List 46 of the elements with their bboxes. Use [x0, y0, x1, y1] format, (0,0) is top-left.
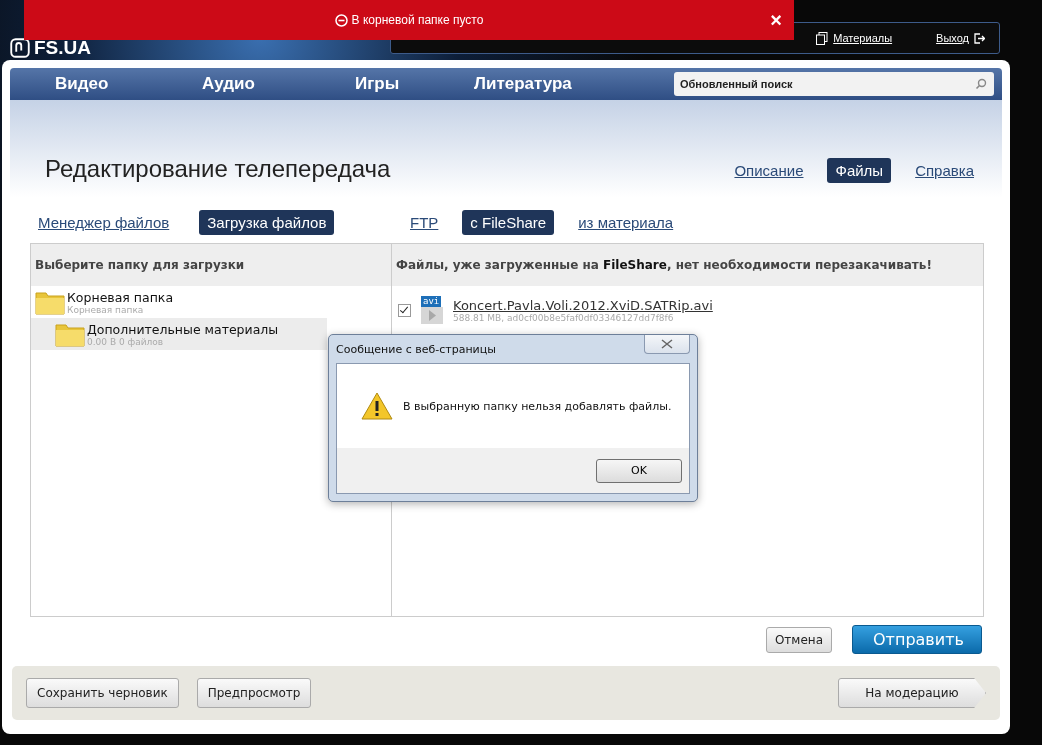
- mode-tab[interactable]: Загрузка файлов: [199, 209, 335, 235]
- mode-tab[interactable]: Менеджер файлов: [30, 209, 178, 235]
- nav-item[interactable]: Игры: [355, 74, 474, 94]
- checkbox[interactable]: [398, 303, 411, 317]
- video-file-icon: [421, 307, 443, 324]
- action-button[interactable]: Отмена: [765, 626, 832, 653]
- header-link[interactable]: Выход: [936, 32, 969, 44]
- source-tab[interactable]: FTP: [402, 209, 447, 235]
- minus-circle-icon: [334, 13, 348, 27]
- warning-icon: [361, 392, 393, 420]
- moderation-button[interactable]: На модерацию: [838, 678, 986, 708]
- page-tab[interactable]: Описание: [726, 158, 812, 183]
- logo-icon: [10, 38, 30, 58]
- footer-button[interactable]: Предпросмотр: [196, 678, 312, 708]
- pages-icon: [816, 31, 829, 45]
- search-icon[interactable]: [975, 78, 987, 90]
- column-heading: Файлы, уже загруженные на FileShare, нет необходимости перезакачивать!: [392, 244, 983, 286]
- file-meta: 588.81 MB, ad0cf00b8e5faf0df03346127dd7f8f6: [453, 312, 674, 323]
- folder-icon: [55, 321, 85, 347]
- close-button[interactable]: ×: [770, 10, 782, 30]
- header-link[interactable]: Материалы: [833, 32, 893, 44]
- action-button[interactable]: Отправить: [852, 625, 982, 654]
- exit-icon: [974, 32, 985, 44]
- page-title: Редактирование телепередача: [45, 155, 391, 183]
- dialog-title: Сообщение с веб-страницы: [336, 342, 496, 356]
- file-type-badge: avi: [421, 296, 442, 307]
- source-tab[interactable]: с FileShare: [462, 209, 555, 235]
- site-logo[interactable]: FS.UA: [34, 40, 91, 56]
- ok-button[interactable]: OK: [596, 458, 682, 483]
- folder-icon: [35, 289, 65, 315]
- folder-row[interactable]: Дополнительные материалы 0.00 B 0 файлов: [31, 318, 327, 350]
- source-tab[interactable]: из материала: [570, 209, 682, 235]
- footer-button[interactable]: Сохранить черновик: [26, 678, 179, 708]
- nav-item[interactable]: Аудио: [202, 74, 355, 94]
- folder-row[interactable]: Корневая папка Корневая папка: [31, 286, 327, 318]
- page-tab[interactable]: Файлы: [827, 158, 892, 183]
- close-button[interactable]: [644, 335, 690, 354]
- nav-item[interactable]: Видео: [55, 74, 202, 94]
- page-tab[interactable]: Справка: [907, 158, 982, 183]
- search-field[interactable]: Обновленный поиск: [674, 72, 994, 96]
- column-heading: Выберите папку для загрузки: [31, 244, 391, 286]
- file-link[interactable]: Koncert.Pavla.Voli.2012.XviD.SATRip.avi: [453, 297, 713, 313]
- error-toast: В корневой папке пусто ×: [24, 0, 794, 40]
- close-icon: [661, 339, 673, 349]
- nav-item[interactable]: Литература: [474, 74, 572, 94]
- dialog-message: В выбранную папку нельзя добавлять файлы.: [403, 399, 672, 413]
